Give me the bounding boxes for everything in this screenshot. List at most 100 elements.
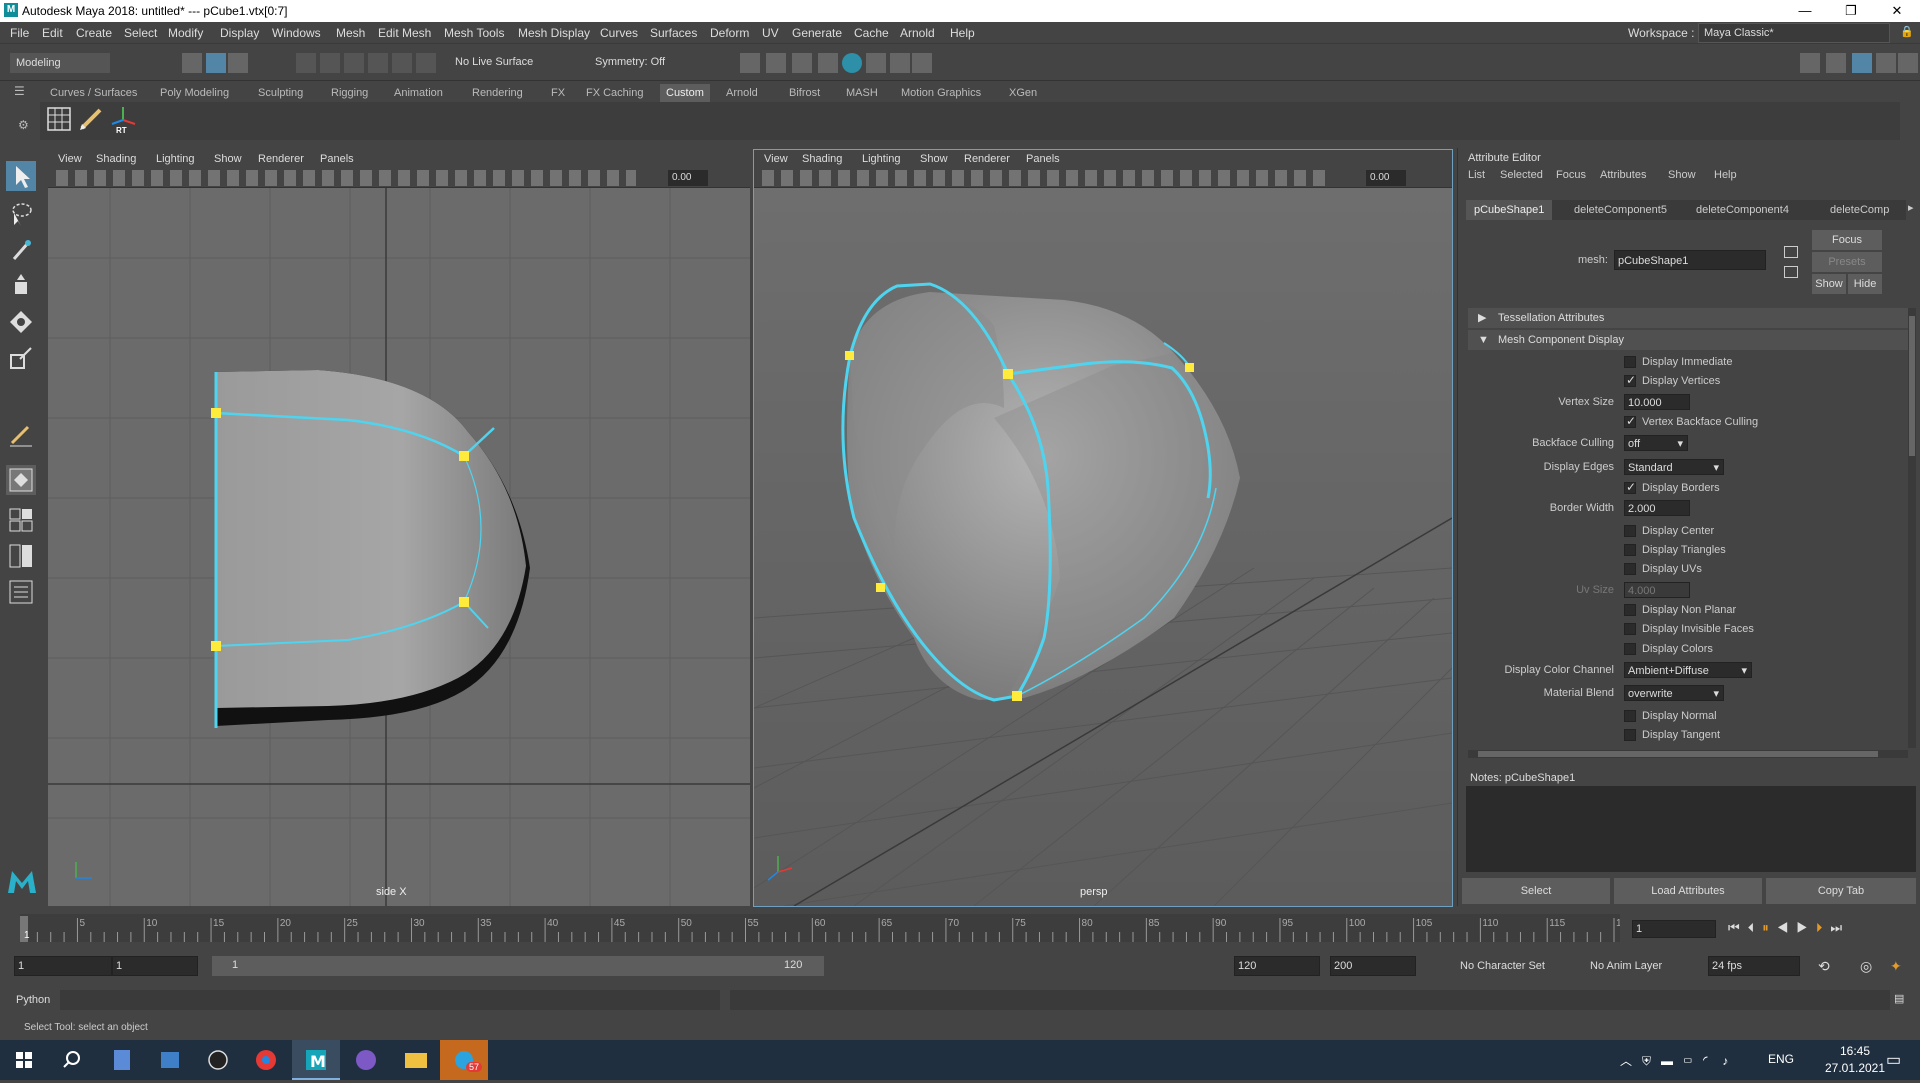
- select-tool-icon[interactable]: [6, 161, 36, 191]
- vp-right-menu-panels[interactable]: Panels: [1026, 153, 1060, 165]
- step-back-key-icon[interactable]: ⏴: [1748, 920, 1763, 935]
- lock-icon[interactable]: 🔒: [1900, 25, 1914, 38]
- pencil-icon[interactable]: [78, 106, 104, 132]
- shelf-tab-bifrost[interactable]: Bifrost: [783, 84, 826, 102]
- ae-menu-help[interactable]: Help: [1714, 169, 1737, 181]
- tray-battery-icon[interactable]: ▭: [1683, 1054, 1703, 1068]
- clock-time[interactable]: 16:45: [1820, 1044, 1890, 1058]
- attr-horizontal-scrollbar[interactable]: [1468, 750, 1908, 758]
- maya-home-icon[interactable]: [6, 865, 38, 897]
- display-edges-dropdown[interactable]: Standard ▾: [1624, 459, 1724, 475]
- script-editor-icon[interactable]: ▤: [1894, 992, 1904, 1005]
- vp-right-menu-lighting[interactable]: Lighting: [862, 153, 901, 165]
- shelf-tab-curves[interactable]: Curves / Surfaces: [44, 84, 143, 102]
- menu-select[interactable]: Select: [124, 26, 157, 40]
- render-frame-icon[interactable]: [740, 53, 760, 73]
- outliner-view-icon[interactable]: [6, 577, 36, 607]
- range-bar[interactable]: 1 120: [212, 956, 824, 976]
- go-input-icon[interactable]: [1784, 246, 1798, 258]
- loop-icon[interactable]: ⟲: [1818, 958, 1830, 975]
- vp-right-menu-show[interactable]: Show: [920, 153, 948, 165]
- time-slider[interactable]: 5 10 15 20 25 30 35 40 45 50 55 60 65 70 75 80 85 90 95 100…: [0, 908, 1920, 948]
- timeline-track[interactable]: 5 10 15 20 25 30 35 40 45 50 55 60 65 70 75 80 85 90 95 100…: [20, 914, 1633, 942]
- menu-edit[interactable]: Edit: [42, 26, 63, 40]
- display-uvs-checkbox[interactable]: [1624, 563, 1636, 575]
- section-mesh-component-display[interactable]: ▼ Mesh Component Display: [1468, 330, 1908, 350]
- menu-surfaces[interactable]: Surfaces: [650, 26, 697, 40]
- arnold-render-icon[interactable]: [866, 53, 886, 73]
- backface-culling-dropdown[interactable]: off ▾: [1624, 435, 1688, 451]
- mode-dropdown[interactable]: Modeling: [10, 53, 110, 73]
- maya-taskbar-icon[interactable]: M: [292, 1040, 340, 1080]
- restore-button[interactable]: ❐: [1828, 0, 1874, 22]
- load-attributes-button[interactable]: Load Attributes: [1614, 878, 1762, 904]
- channel-box-icon[interactable]: [1826, 53, 1846, 73]
- scale-tool-icon[interactable]: [6, 343, 36, 373]
- presets-button[interactable]: Presets: [1812, 252, 1882, 272]
- shelf-tab-animation[interactable]: Animation: [388, 84, 449, 102]
- display-immediate-checkbox[interactable]: [1624, 356, 1636, 368]
- panel-toolbar-icons[interactable]: [56, 170, 636, 186]
- ae-tab-deletecomp[interactable]: deleteComp: [1822, 200, 1897, 220]
- search-icon[interactable]: [48, 1040, 96, 1080]
- current-frame-field[interactable]: 1: [1632, 920, 1716, 938]
- vp-left-menu-view[interactable]: View: [58, 153, 82, 165]
- select-button[interactable]: Select: [1462, 878, 1610, 904]
- uv-size-field[interactable]: 4.000: [1624, 582, 1690, 598]
- ae-menu-show[interactable]: Show: [1668, 169, 1696, 181]
- ae-tab-deletecomponent5[interactable]: deleteComponent5: [1566, 200, 1675, 220]
- display-triangles-checkbox[interactable]: [1624, 544, 1636, 556]
- hide-button[interactable]: Hide: [1848, 274, 1882, 294]
- auto-key-icon[interactable]: ◎: [1860, 958, 1872, 975]
- playback-start-field[interactable]: 1: [112, 956, 198, 976]
- viewport-persp[interactable]: View Shading Lighting Show Renderer Pane…: [753, 149, 1453, 907]
- layers-icon[interactable]: [1898, 53, 1918, 73]
- shelf-tab-mash[interactable]: MASH: [840, 84, 884, 102]
- display-normal-checkbox[interactable]: [1624, 710, 1636, 722]
- anim-layer-dropdown[interactable]: No Anim Layer: [1590, 960, 1662, 972]
- store-icon[interactable]: [146, 1040, 194, 1080]
- menu-generate[interactable]: Generate: [792, 26, 842, 40]
- snap-view-icon[interactable]: [368, 53, 388, 73]
- ae-tab-pcubeshape1[interactable]: pCubeShape1: [1466, 200, 1553, 220]
- command-input[interactable]: [60, 990, 720, 1010]
- display-non-planar-checkbox[interactable]: [1624, 604, 1636, 616]
- last-tool-icon[interactable]: [6, 419, 36, 449]
- symmetry-field[interactable]: Symmetry: Off: [590, 53, 680, 73]
- live-surface-field[interactable]: No Live Surface: [450, 53, 558, 73]
- file-explorer-icon[interactable]: [392, 1040, 440, 1080]
- close-button[interactable]: ✕: [1874, 0, 1920, 22]
- menu-windows[interactable]: Windows: [272, 26, 321, 40]
- four-view-icon[interactable]: [6, 505, 36, 535]
- render-settings-icon[interactable]: [792, 53, 812, 73]
- lasso-tool-icon[interactable]: [6, 199, 36, 229]
- display-tangent-checkbox[interactable]: [1624, 729, 1636, 741]
- menu-help[interactable]: Help: [950, 26, 975, 40]
- display-colors-checkbox[interactable]: [1624, 643, 1636, 655]
- menu-modify[interactable]: Modify: [168, 26, 203, 40]
- display-center-checkbox[interactable]: [1624, 525, 1636, 537]
- tray-volume-icon[interactable]: ♪: [1722, 1054, 1738, 1068]
- snap-grid-icon[interactable]: [296, 53, 316, 73]
- fps-dropdown[interactable]: 24 fps: [1708, 956, 1800, 976]
- vp-left-menu-show[interactable]: Show: [214, 153, 242, 165]
- hypershade-icon[interactable]: [818, 53, 838, 73]
- ae-menu-selected[interactable]: Selected: [1500, 169, 1543, 181]
- uv-grid-icon[interactable]: [46, 106, 72, 132]
- mesh-name-field[interactable]: pCubeShape1: [1614, 250, 1766, 270]
- vp-right-menu-renderer[interactable]: Renderer: [964, 153, 1010, 165]
- notes-textarea[interactable]: [1466, 786, 1916, 872]
- side-view-canvas[interactable]: [48, 188, 750, 906]
- obs-icon[interactable]: [194, 1040, 242, 1080]
- menu-mesh-tools[interactable]: Mesh Tools: [444, 26, 504, 40]
- tray-chevron-icon[interactable]: ︿: [1620, 1054, 1642, 1068]
- vertex-size-field[interactable]: 10.000: [1624, 394, 1690, 410]
- menu-create[interactable]: Create: [76, 26, 112, 40]
- select-component-icon[interactable]: [228, 53, 248, 73]
- render-view-icon[interactable]: [842, 53, 862, 73]
- tray-nvidia-icon[interactable]: ▬: [1661, 1054, 1683, 1068]
- exposure-field[interactable]: 0.00: [668, 170, 708, 186]
- shelf-tab-fx[interactable]: FX: [545, 84, 571, 102]
- menu-deform[interactable]: Deform: [710, 26, 749, 40]
- display-vertices-checkbox[interactable]: [1624, 373, 1636, 387]
